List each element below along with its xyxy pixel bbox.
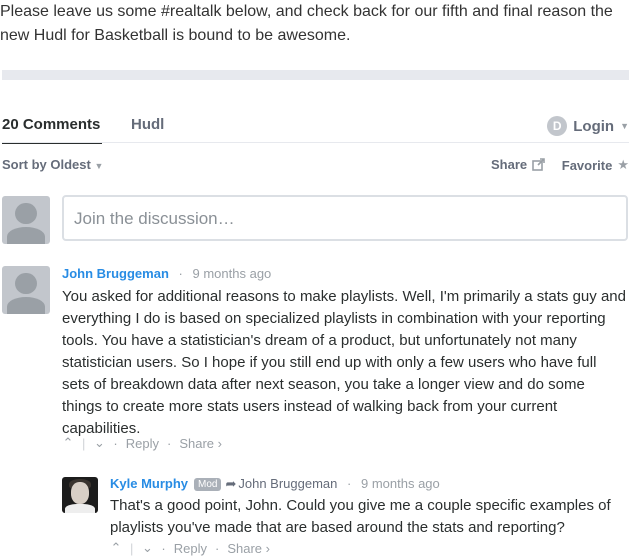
comment-text: You asked for additional reasons to make… (62, 288, 626, 437)
login-label: Login (573, 117, 615, 135)
comment-header: John Bruggeman · 9 months ago (62, 266, 271, 281)
sort-dropdown[interactable]: Sort by Oldest ▼ (2, 157, 103, 172)
downvote-icon[interactable]: ⌄ (93, 435, 105, 451)
current-user-avatar (2, 196, 50, 244)
tab-comments[interactable]: 20 Comments (2, 116, 100, 133)
moderator-badge: Mod (194, 478, 222, 491)
reply-link[interactable]: Reply (174, 541, 207, 556)
sort-label: Sort by Oldest (2, 157, 91, 172)
separator-dot: · (113, 435, 118, 451)
downvote-icon[interactable]: ⌄ (141, 540, 153, 556)
tab-bar-divider (2, 142, 629, 143)
sort-bar: Sort by Oldest ▼ Share Favorite ★ (2, 157, 629, 175)
comments-tab-bar: 20 Comments Hudl D Login ▼ (2, 114, 629, 144)
separator-dot: · (166, 435, 172, 451)
upvote-icon[interactable]: ⌃ (110, 540, 122, 556)
comment-header: Kyle Murphy Mod ➦ John Bruggeman · 9 months… (110, 476, 440, 492)
disqus-icon: D (547, 116, 568, 136)
comment-actions: ⌃ | ⌄ · Reply · Share › (62, 435, 230, 451)
article-closing-text: Please leave us some #realtalk below, an… (0, 3, 613, 44)
chevron-down-icon: ▼ (94, 161, 104, 171)
share-label: Share (491, 157, 528, 172)
favorite-label: Favorite (561, 157, 613, 173)
share-comment-link[interactable]: Share › (227, 541, 270, 556)
separator-dot: · (214, 540, 220, 556)
commenter-avatar[interactable] (2, 266, 50, 314)
share-icon (532, 158, 545, 171)
comment-input[interactable]: Join the discussion… (62, 195, 628, 241)
section-divider (2, 70, 629, 80)
comment-author-link[interactable]: Kyle Murphy (110, 476, 188, 491)
reply-link[interactable]: Reply (126, 436, 159, 451)
chevron-down-icon: ▼ (620, 121, 629, 131)
comment-actions: ⌃ | ⌄ · Reply · Share › (110, 540, 278, 556)
separator-dot: · (161, 540, 166, 556)
separator-dot: · (178, 266, 183, 281)
vote-divider: | (82, 435, 86, 451)
commenter-avatar[interactable] (62, 477, 98, 513)
comment-text: That's a good point, John. Could you giv… (110, 497, 611, 536)
favorite-button[interactable]: Favorite ★ (562, 157, 629, 173)
share-comment-link[interactable]: Share › (179, 436, 222, 451)
upvote-icon[interactable]: ⌃ (62, 435, 74, 451)
vote-divider: | (130, 540, 134, 556)
star-icon: ★ (617, 157, 629, 172)
share-thread-button[interactable]: Share (491, 157, 545, 172)
parent-author-link[interactable]: John Bruggeman (238, 476, 337, 491)
login-button[interactable]: D Login ▼ (547, 114, 629, 138)
comment-author-link[interactable]: John Bruggeman (62, 266, 169, 281)
comment-timestamp-link[interactable]: 9 months ago (361, 476, 440, 491)
tab-forum[interactable]: Hudl (131, 116, 164, 133)
comment-timestamp-link[interactable]: 9 months ago (193, 266, 272, 281)
separator-dot: · (347, 476, 352, 491)
reply-arrow-icon: ➦ (225, 476, 237, 491)
